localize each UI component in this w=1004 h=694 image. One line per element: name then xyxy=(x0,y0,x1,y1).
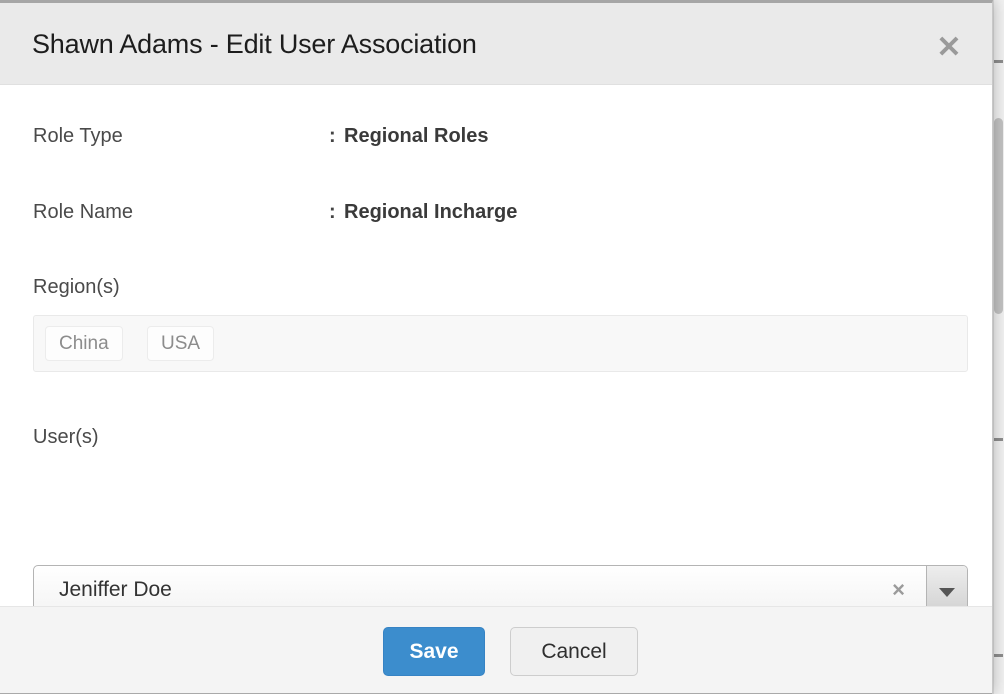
role-type-row: Role Type : Regional Roles xyxy=(33,125,962,151)
users-select-value: Jeniffer Doe xyxy=(59,578,172,602)
page-scrollbar-thumb[interactable] xyxy=(994,118,1003,314)
region-tag: China xyxy=(45,326,123,361)
close-icon[interactable]: ✕ xyxy=(928,27,970,69)
chevron-down-icon xyxy=(939,588,955,597)
page-scrollbar-track[interactable] xyxy=(993,0,1004,694)
region-tag: USA xyxy=(147,326,214,361)
regions-field-label: Region(s) xyxy=(33,276,120,299)
role-name-label: Role Name xyxy=(33,201,133,224)
users-field-label: User(s) xyxy=(33,426,99,449)
page-edge-marker xyxy=(994,438,1003,441)
modal-body: Role Type : Regional Roles Role Name : R… xyxy=(0,85,992,606)
page-edge-marker xyxy=(994,654,1003,657)
page-edge-marker xyxy=(994,60,1003,63)
modal-header: Shawn Adams - Edit User Association ✕ xyxy=(0,3,992,85)
role-type-separator: : xyxy=(329,125,336,148)
role-type-label: Role Type xyxy=(33,125,123,148)
clear-selection-icon[interactable]: × xyxy=(892,577,905,603)
role-name-row: Role Name : Regional Incharge xyxy=(33,201,962,227)
edit-user-association-modal: Shawn Adams - Edit User Association ✕ Ro… xyxy=(0,0,993,694)
role-name-value: Regional Incharge xyxy=(344,201,517,224)
role-type-value: Regional Roles xyxy=(344,125,488,148)
modal-footer: Save Cancel xyxy=(0,606,992,694)
cancel-button[interactable]: Cancel xyxy=(510,627,638,676)
page-title: Shawn Adams - Edit User Association xyxy=(32,29,477,60)
save-button[interactable]: Save xyxy=(383,627,485,676)
role-name-separator: : xyxy=(329,201,336,224)
regions-tag-field: China USA xyxy=(33,315,968,372)
